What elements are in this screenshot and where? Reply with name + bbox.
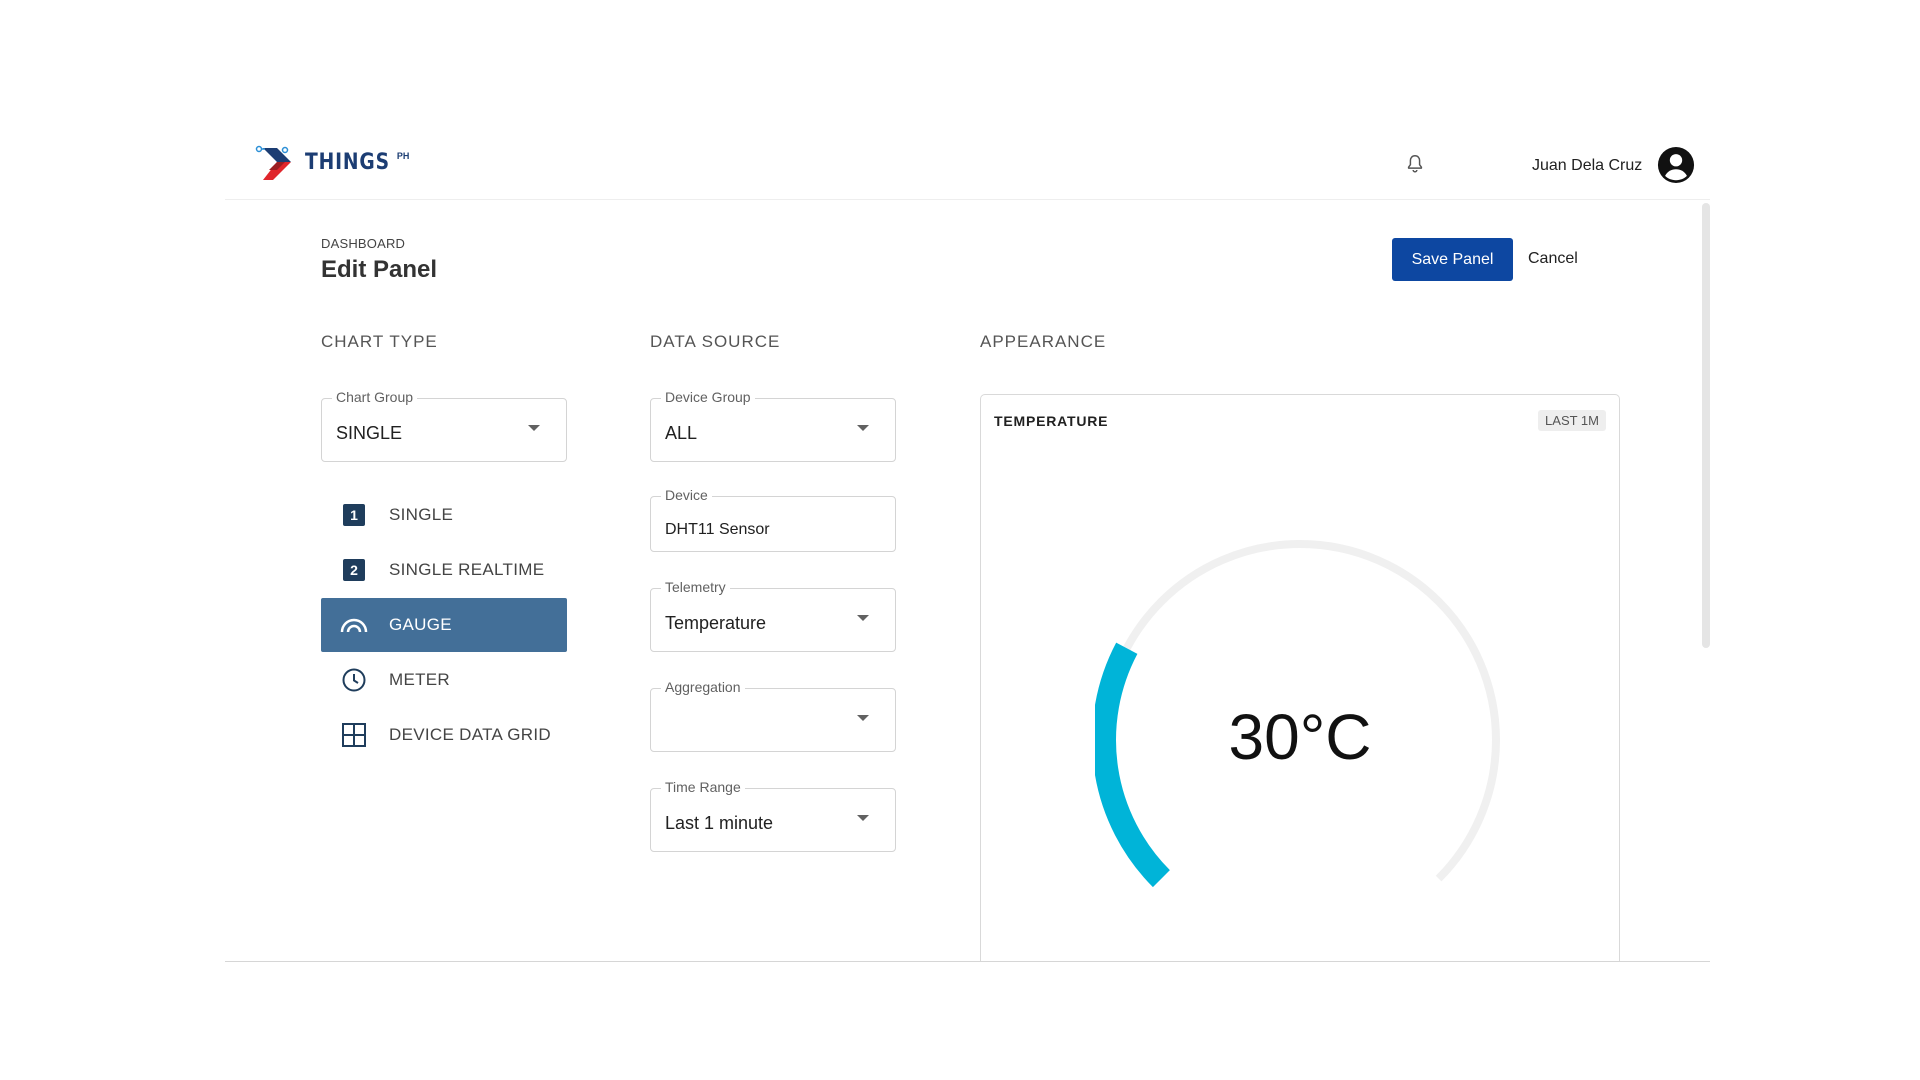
telemetry-label: Telemetry (661, 579, 730, 595)
app-frame: THINGS PH Juan Dela Cruz DASHBOARD Edit … (225, 138, 1710, 962)
time-range-select[interactable]: Time Range Last 1 minute (650, 779, 896, 852)
top-header: THINGS PH Juan Dela Cruz (225, 138, 1710, 200)
telemetry-value: Temperature (665, 613, 767, 633)
device-input[interactable]: Device DHT11 Sensor (650, 487, 896, 552)
section-title-appearance: APPEARANCE (980, 332, 1107, 351)
chart-type-item-single-realtime[interactable]: 2 SINGLE REALTIME (321, 543, 567, 597)
aggregation-select[interactable]: Aggregation (650, 679, 896, 752)
device-value: DHT11 Sensor (665, 521, 770, 538)
vertical-scrollbar[interactable] (1702, 203, 1710, 648)
section-title-data-source: DATA SOURCE (650, 332, 781, 351)
clock-icon (339, 665, 369, 695)
chevron-down-icon (857, 425, 869, 431)
breadcrumb[interactable]: DASHBOARD (321, 236, 405, 251)
cancel-button[interactable]: Cancel (1528, 250, 1578, 268)
device-group-select[interactable]: Device Group ALL (650, 389, 896, 462)
things-ph-logo[interactable]: THINGS PH (255, 141, 409, 183)
chart-type-item-single[interactable]: 1 SINGLE (321, 488, 567, 542)
logo-mark-icon (255, 145, 291, 180)
user-name[interactable]: Juan Dela Cruz (1532, 157, 1642, 175)
card-title: TEMPERATURE (994, 413, 1109, 429)
save-panel-button[interactable]: Save Panel (1392, 238, 1513, 281)
number-1-icon: 1 (339, 500, 369, 530)
gauge-value: 30°C (1228, 701, 1372, 773)
chart-type-label: SINGLE (389, 505, 454, 524)
chart-type-label: SINGLE REALTIME (389, 560, 545, 579)
logo-text: THINGS (305, 149, 390, 175)
device-group-label: Device Group (661, 389, 755, 405)
page-title: Edit Panel (321, 256, 438, 283)
aggregation-label: Aggregation (661, 679, 745, 695)
chart-group-value: SINGLE (336, 423, 403, 443)
device-label: Device (661, 487, 712, 503)
telemetry-select[interactable]: Telemetry Temperature (650, 579, 896, 652)
time-range-label: Time Range (661, 779, 745, 795)
bottom-divider (225, 961, 1710, 962)
notification-bell-icon[interactable] (1404, 153, 1426, 175)
chevron-down-icon (857, 615, 869, 621)
gauge-preview-card: TEMPERATURE LAST 1M 30°C (980, 394, 1620, 962)
gauge-chart: 30°C (1092, 540, 1505, 940)
chart-type-item-device-data-grid[interactable]: DEVICE DATA GRID (321, 708, 567, 762)
chart-group-label: Chart Group (332, 389, 418, 405)
device-group-value: ALL (665, 423, 698, 443)
chart-group-select[interactable]: Chart Group SINGLE (321, 389, 567, 462)
time-range-badge: LAST 1M (1538, 410, 1606, 431)
logo-superscript: PH (396, 151, 410, 161)
chart-type-label: METER (389, 670, 450, 689)
chevron-down-icon (857, 715, 869, 721)
chevron-down-icon (528, 425, 540, 431)
time-range-value: Last 1 minute (665, 813, 774, 833)
user-avatar-icon[interactable] (1657, 146, 1695, 184)
section-title-chart-type: CHART TYPE (321, 332, 438, 351)
gauge-icon (339, 610, 369, 640)
chevron-down-icon (857, 815, 869, 821)
number-2-icon: 2 (339, 555, 369, 585)
chart-type-label: DEVICE DATA GRID (389, 725, 551, 744)
chart-type-item-meter[interactable]: METER (321, 653, 567, 707)
grid-icon (339, 720, 369, 750)
chart-type-label: GAUGE (389, 615, 452, 634)
chart-type-item-gauge[interactable]: GAUGE (321, 598, 567, 652)
